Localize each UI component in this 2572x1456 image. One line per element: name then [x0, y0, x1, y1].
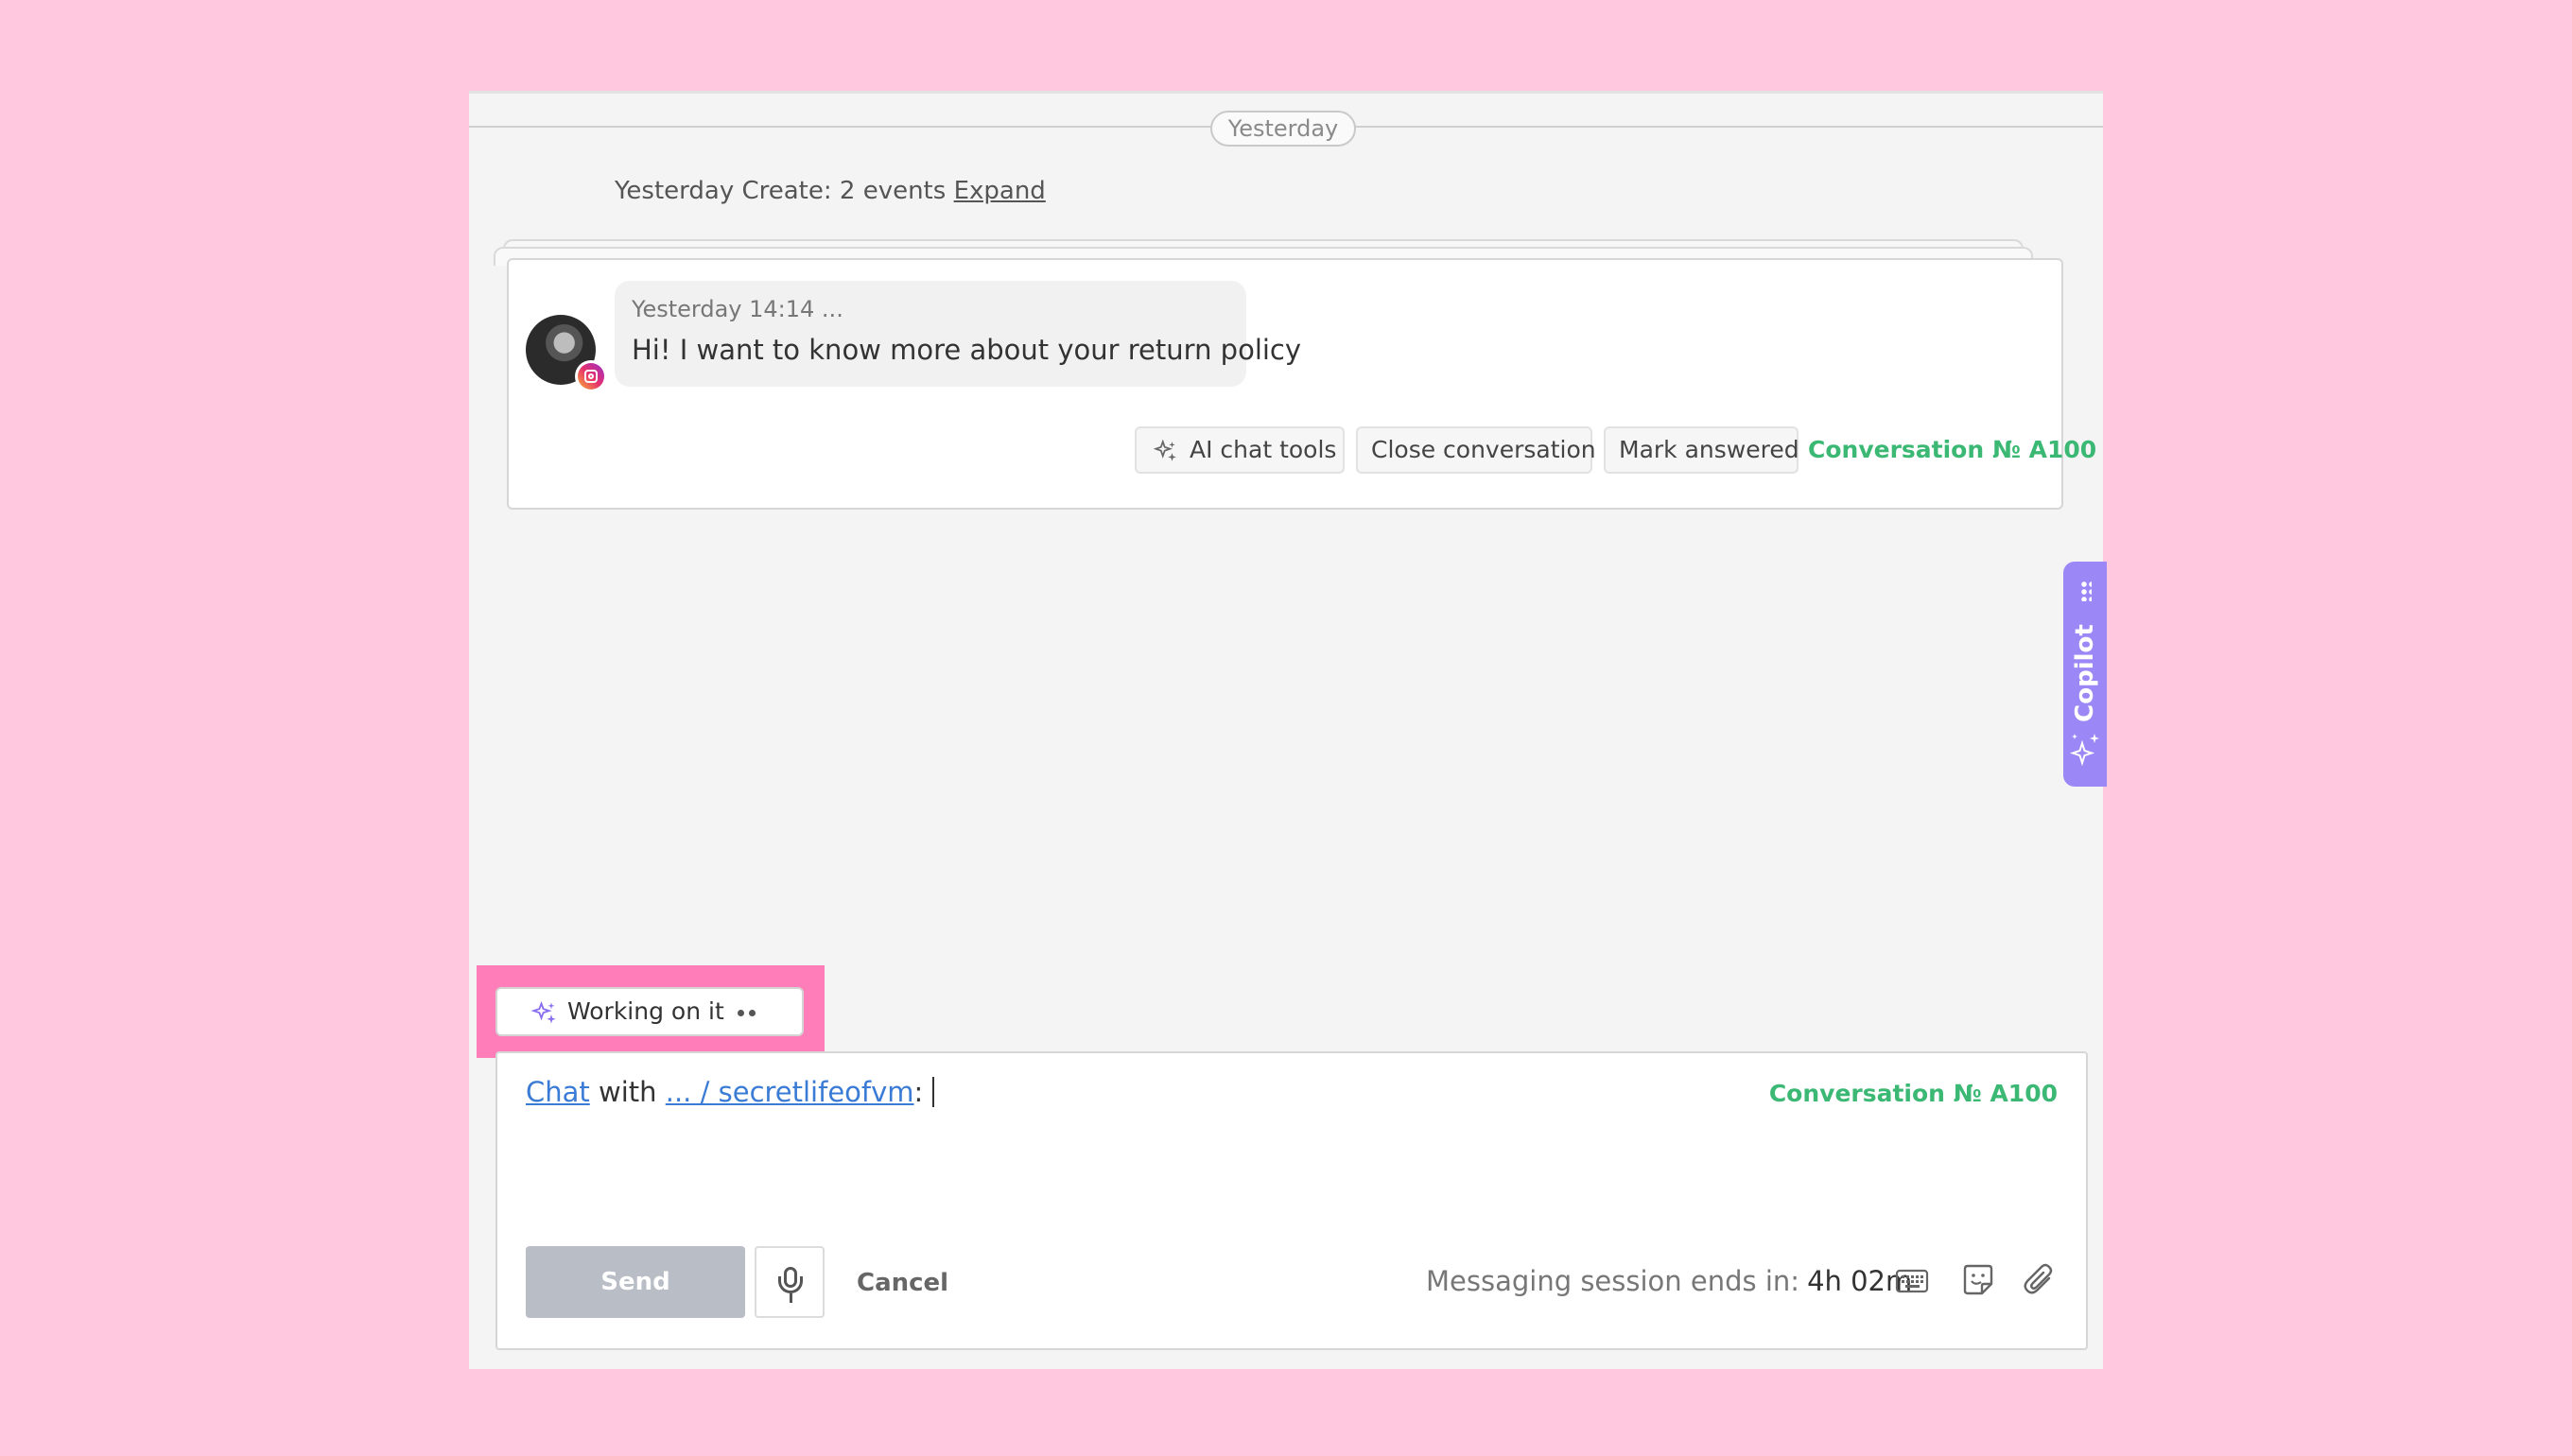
keyboard-icon[interactable] [1895, 1267, 1929, 1295]
session-timer: Messaging session ends in: 4h 02m [1426, 1265, 1912, 1297]
message-timestamp: Yesterday 14:14 ... [632, 296, 843, 322]
date-divider-pill: Yesterday [1210, 111, 1356, 147]
events-summary: Yesterday Create: 2 events Expand [615, 177, 1046, 205]
conversation-card: Yesterday 14:14 ... Hi! I want to know m… [507, 258, 2096, 510]
copilot-tab[interactable]: Copilot [2063, 562, 2107, 787]
events-summary-text: Yesterday Create: 2 events [615, 177, 947, 205]
sparkle-icon [1154, 440, 1176, 461]
copilot-label: Copilot [2071, 624, 2099, 722]
sparkle-icon [2069, 734, 2099, 767]
loading-dot [749, 1010, 756, 1016]
message-bubble: Yesterday 14:14 ... Hi! I want to know m… [615, 281, 1301, 387]
colon-text: : [913, 1076, 924, 1108]
conversation-number-link[interactable]: Conversation № A100 [1808, 436, 2096, 463]
send-button[interactable]: Send [526, 1246, 745, 1318]
composer-conversation-number[interactable]: Conversation № A100 [1769, 1080, 2058, 1107]
loading-dot [738, 1010, 744, 1016]
with-text: with [599, 1076, 657, 1108]
composer-input[interactable]: Chat with ... / secretlifeofvm: [526, 1076, 935, 1108]
mark-answered-button[interactable]: Mark answered [1604, 426, 1799, 474]
drag-handle-icon[interactable] [2080, 581, 2092, 601]
close-conversation-button[interactable]: Close conversation [1356, 426, 1596, 474]
text-caret [932, 1077, 935, 1107]
message-text: Hi! I want to know more about your retur… [632, 334, 1302, 366]
voice-record-button[interactable] [755, 1246, 825, 1318]
ai-chat-tools-button[interactable]: AI chat tools [1135, 426, 1345, 474]
ai-chat-tools-label: AI chat tools [1190, 436, 1337, 463]
contact-link[interactable]: ... / secretlifeofvm [666, 1076, 914, 1108]
chat-link[interactable]: Chat [526, 1076, 590, 1108]
cancel-button[interactable]: Cancel [857, 1269, 948, 1297]
sparkle-icon [531, 1000, 556, 1024]
sticker-icon[interactable] [1961, 1263, 1995, 1297]
paperclip-icon[interactable] [2024, 1263, 2056, 1297]
working-status: Working on it [495, 987, 804, 1036]
working-status-text: Working on it [567, 997, 724, 1025]
expand-link[interactable]: Expand [954, 177, 1046, 205]
session-label: Messaging session ends in: [1426, 1265, 1800, 1297]
message-composer[interactable]: Chat with ... / secretlifeofvm: Conversa… [495, 1051, 2088, 1350]
instagram-icon [575, 360, 607, 392]
